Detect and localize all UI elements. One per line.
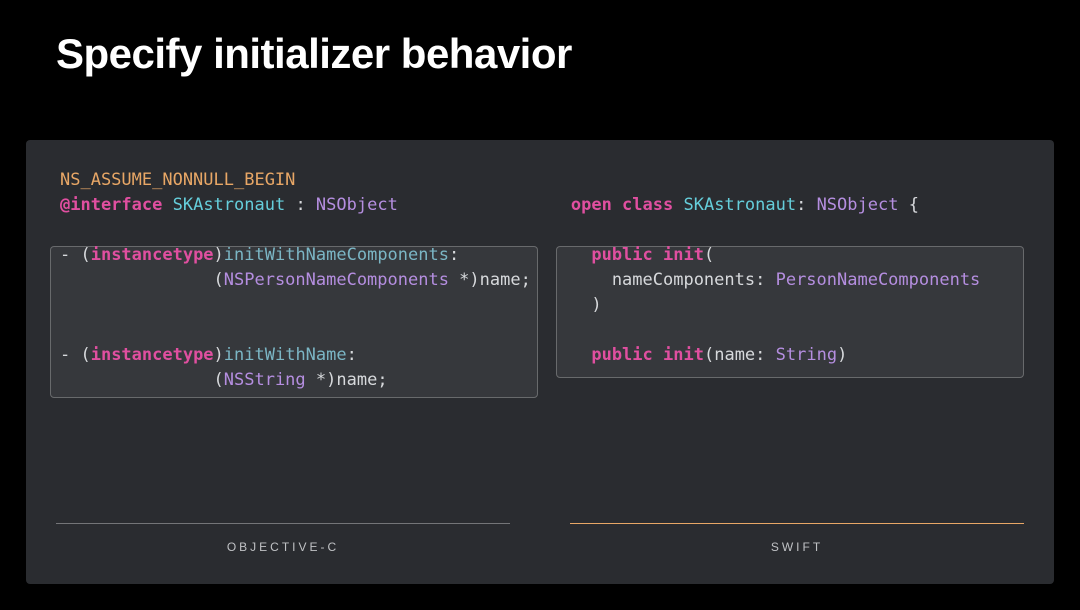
footer-divider-objc: [56, 523, 510, 524]
swift-code: open class SKAstronaut: NSObject { publi…: [571, 168, 1034, 368]
swift-param-nameComponents: nameComponents: [612, 270, 755, 290]
objc-classname: SKAstronaut: [173, 195, 286, 215]
objc-macro: NS_ASSUME_NONNULL_BEGIN: [60, 170, 295, 190]
code-panel: NS_ASSUME_NONNULL_BEGIN @interface SKAst…: [26, 140, 1054, 584]
objc-code: NS_ASSUME_NONNULL_BEGIN @interface SKAst…: [60, 168, 531, 393]
objc-superclass: NSObject: [316, 195, 398, 215]
slide-title: Specify initializer behavior: [56, 30, 572, 78]
objc-method-initWithNameComponents: initWithNameComponents: [224, 245, 449, 265]
objc-column: NS_ASSUME_NONNULL_BEGIN @interface SKAst…: [26, 140, 551, 584]
swift-classname: SKAstronaut: [683, 195, 796, 215]
swift-kw-public-1: public: [591, 245, 652, 265]
footer-col-objc: OBJECTIVE-C: [26, 523, 540, 554]
swift-param-name: name: [714, 345, 755, 365]
swift-column: open class SKAstronaut: NSObject { publi…: [551, 140, 1054, 584]
panel-footer: OBJECTIVE-C SWIFT: [26, 523, 1054, 554]
footer-label-objc: OBJECTIVE-C: [227, 540, 339, 554]
footer-label-swift: SWIFT: [771, 540, 823, 554]
swift-superclass: NSObject: [817, 195, 899, 215]
footer-divider-swift: [570, 523, 1024, 524]
swift-kw-open: open: [571, 195, 612, 215]
objc-kw-interface: @interface: [60, 195, 162, 215]
objc-method-initWithName: initWithName: [224, 345, 347, 365]
slide: Specify initializer behavior NS_ASSUME_N…: [0, 0, 1080, 610]
swift-kw-public-2: public: [591, 345, 652, 365]
code-columns: NS_ASSUME_NONNULL_BEGIN @interface SKAst…: [26, 140, 1054, 584]
footer-col-swift: SWIFT: [540, 523, 1054, 554]
